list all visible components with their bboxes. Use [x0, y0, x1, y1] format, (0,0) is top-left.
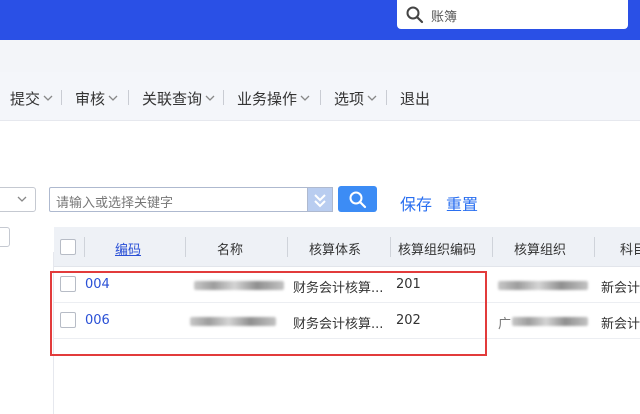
toolbar-audit-label: 审核 [75, 90, 106, 108]
column-divider [287, 237, 288, 257]
row-account: 新会计 [601, 317, 640, 332]
column-header-org-code[interactable]: 核算组织编码 [398, 239, 476, 258]
toolbar-audit[interactable]: 审核 [75, 88, 118, 109]
double-chevron-down-icon [314, 194, 326, 208]
search-icon [406, 6, 424, 24]
toolbar-related-query[interactable]: 关联查询 [142, 88, 215, 109]
toolbar-business-ops-label: 业务操作 [237, 90, 298, 108]
chevron-down-icon [300, 95, 310, 101]
save-button[interactable]: 保存 [400, 191, 432, 215]
toolbar-divider [61, 90, 62, 105]
toolbar-exit-label: 退出 [400, 90, 431, 108]
toolbar-exit[interactable]: 退出 [400, 88, 430, 109]
toolbar-business-ops[interactable]: 业务操作 [237, 88, 310, 109]
global-search-placeholder: 账簿 [431, 10, 458, 25]
top-bar: 账簿 [0, 0, 640, 40]
toolbar-divider [320, 90, 321, 105]
column-header-name[interactable]: 名称 [217, 239, 243, 258]
toolbar-related-query-label: 关联查询 [142, 90, 203, 108]
toolbar-options[interactable]: 选项 [334, 88, 377, 109]
redacted-org [498, 281, 588, 290]
chevron-down-icon [108, 95, 118, 101]
chevron-down-icon [43, 95, 53, 101]
toolbar-divider [386, 90, 387, 105]
redacted-org [512, 317, 588, 326]
toolbar-submit[interactable]: 提交 [10, 88, 53, 109]
chevron-down-icon [17, 196, 27, 202]
column-divider [492, 237, 493, 257]
toolbar-submit-label: 提交 [10, 90, 41, 108]
reset-button[interactable]: 重置 [446, 191, 478, 215]
left-panel-control[interactable] [0, 227, 10, 247]
row-org-prefix: 广 [498, 317, 512, 332]
search-icon [349, 191, 367, 209]
keyword-dropdown-button[interactable] [308, 187, 333, 212]
column-divider [185, 237, 186, 257]
column-divider [390, 237, 391, 257]
toolbar-options-label: 选项 [334, 90, 365, 108]
column-header-account[interactable]: 科目 [620, 239, 640, 258]
global-search-input[interactable]: 账簿 [397, 0, 628, 29]
select-all-checkbox[interactable] [60, 239, 76, 255]
keyword-search-button[interactable] [338, 186, 377, 212]
sub-header-band [0, 40, 640, 72]
filter-scheme-select[interactable] [0, 187, 36, 212]
column-header-code[interactable]: 编码 [115, 239, 141, 258]
chevron-down-icon [205, 95, 215, 101]
toolbar-divider [223, 90, 224, 105]
column-header-system[interactable]: 核算体系 [309, 239, 361, 258]
column-divider [594, 237, 595, 257]
grid-header: 编码 名称 核算体系 核算组织编码 核算组织 科目 [54, 227, 640, 267]
keyword-input[interactable]: 请输入或选择关键字 [49, 187, 308, 212]
column-divider [84, 237, 85, 257]
chevron-down-icon [367, 95, 377, 101]
keyword-input-placeholder: 请输入或选择关键字 [56, 196, 174, 211]
row-account: 新会计 [601, 281, 640, 296]
toolbar: 提交 审核 关联查询 业务操作 选项 退出 [0, 72, 640, 121]
column-header-org[interactable]: 核算组织 [514, 239, 566, 258]
toolbar-divider [128, 90, 129, 105]
highlight-box [50, 271, 487, 356]
